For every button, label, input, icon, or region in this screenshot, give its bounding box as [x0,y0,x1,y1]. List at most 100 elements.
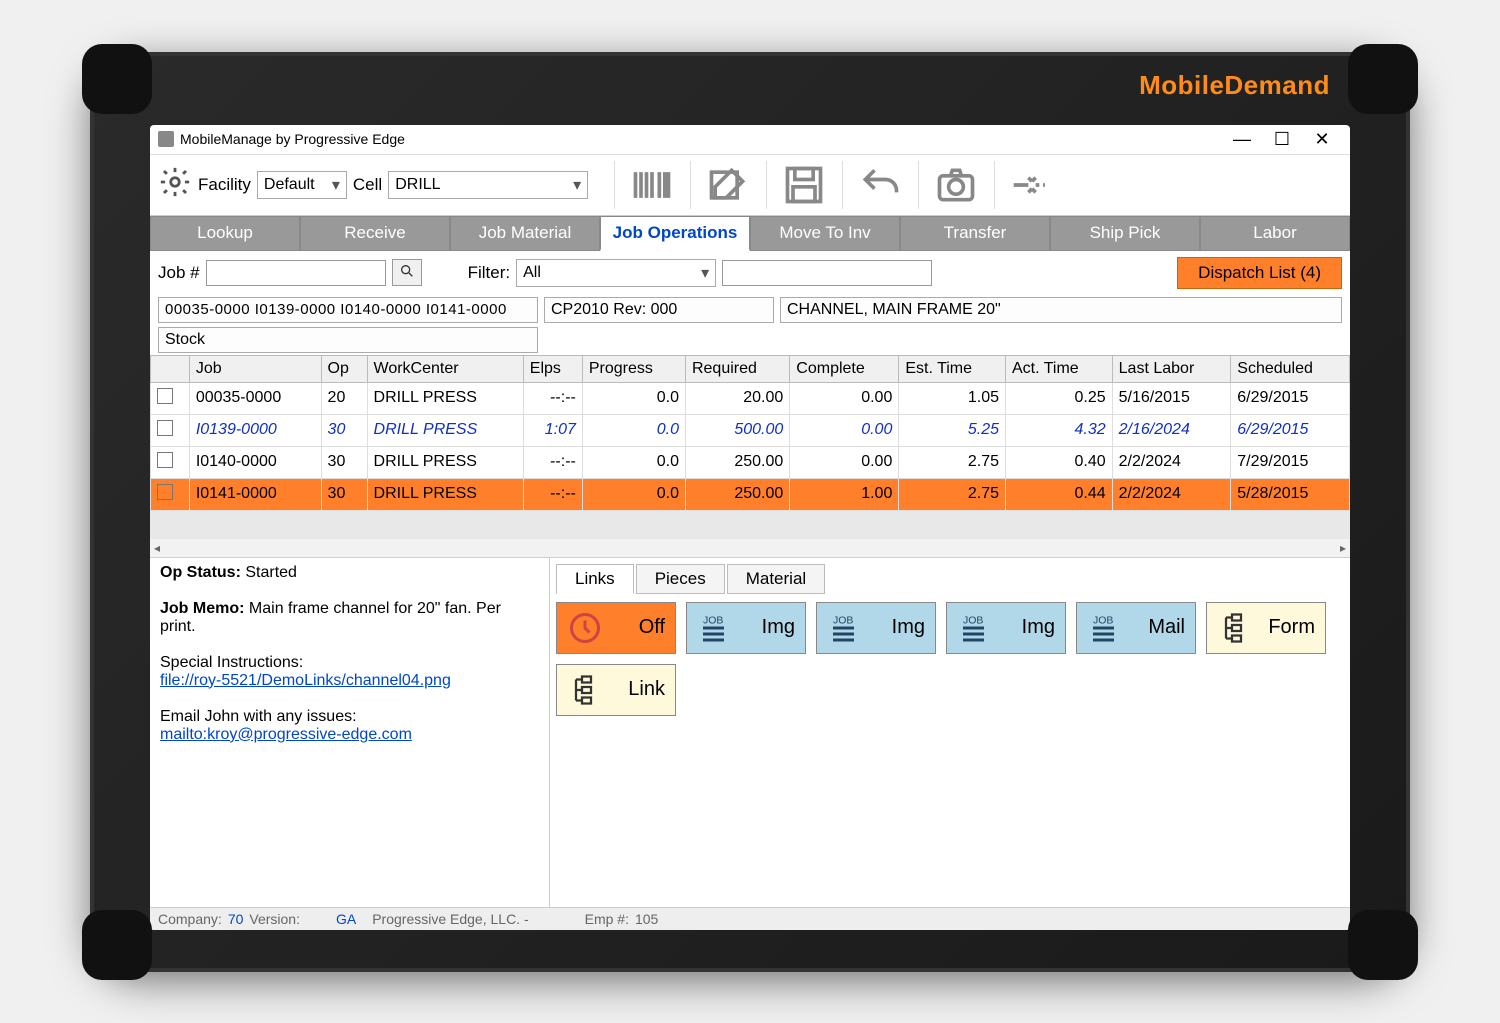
tab-move-to-inv[interactable]: Move To Inv [750,216,900,251]
minimize-button[interactable]: — [1222,129,1262,150]
subtab-pieces[interactable]: Pieces [636,564,725,594]
link-button-link[interactable]: Link [556,664,676,716]
row-checkbox[interactable] [157,420,173,436]
window-title: MobileManage by Progressive Edge [180,131,1222,147]
undo-button[interactable] [842,161,906,209]
tab-lookup[interactable]: Lookup [150,216,300,251]
job-icon: JOB [827,610,863,646]
op-status: Started [245,564,297,581]
barcode-button[interactable] [614,161,678,209]
edit-button[interactable] [690,161,754,209]
app-icon [158,131,174,147]
links-panel: LinksPiecesMaterial OffJOBImgJOBImgJOBIm… [550,558,1350,907]
job-number-label: Job # [158,263,200,283]
subtab-material[interactable]: Material [727,564,825,594]
svg-text:JOB: JOB [703,614,723,626]
row-checkbox[interactable] [157,484,173,500]
link-buttons: OffJOBImgJOBImgJOBImgJOBMailFormLink [556,602,1344,716]
company-value: 70 [228,911,244,927]
device-brand: MobileDemand [1139,70,1330,101]
bottom-panel: Op Status: Started Job Memo: Main frame … [150,557,1350,907]
horizontal-scrollbar[interactable]: ◂▸ [150,539,1350,557]
link-button-img[interactable]: JOBImg [816,602,936,654]
col-header[interactable]: Act. Time [1006,355,1113,382]
tab-labor[interactable]: Labor [1200,216,1350,251]
search-icon [399,263,415,279]
special-label: Special Instructions: [160,654,539,672]
maximize-button[interactable]: ☐ [1262,129,1302,150]
subtab-links[interactable]: Links [556,564,634,594]
special-link[interactable]: file://roy-5521/DemoLinks/channel04.png [160,672,451,689]
tab-transfer[interactable]: Transfer [900,216,1050,251]
link-button-off[interactable]: Off [556,602,676,654]
status-bar: Company: 70 Version: GA Progressive Edge… [150,907,1350,930]
stock-box: Stock [158,327,538,353]
toolbar: Facility Default Cell DRILL [150,155,1350,216]
link-button-mail[interactable]: JOBMail [1076,602,1196,654]
job-number-input[interactable] [206,260,386,286]
emp-value: 105 [635,911,658,927]
col-header[interactable]: Progress [582,355,685,382]
pencil-icon [706,163,750,207]
cell-label: Cell [353,175,382,195]
gear-icon [158,165,192,199]
search-button[interactable] [392,259,422,286]
laser-button[interactable] [994,161,1058,209]
facility-label: Facility [198,175,251,195]
table-row[interactable]: I0141-000030DRILL PRESS--:--0.0250.001.0… [151,478,1350,510]
col-header[interactable]: Required [685,355,789,382]
row-checkbox[interactable] [157,452,173,468]
col-header[interactable]: Last Labor [1112,355,1231,382]
col-header[interactable]: Op [321,355,367,382]
barcode-icon [630,163,674,207]
facility-select[interactable]: Default [257,171,347,199]
tab-receive[interactable]: Receive [300,216,450,251]
job-ids-box: 00035-0000 I0139-0000 I0140-0000 I0141-0… [158,297,538,323]
screen: MobileManage by Progressive Edge — ☐ ✕ F… [150,125,1350,930]
col-header[interactable]: Job [189,355,321,382]
row-checkbox[interactable] [157,388,173,404]
link-button-img[interactable]: JOBImg [686,602,806,654]
svg-text:JOB: JOB [833,614,853,626]
table-row[interactable]: I0139-000030DRILL PRESS1:070.0500.000.00… [151,414,1350,446]
part-box: CP2010 Rev: 000 [544,297,774,323]
col-header[interactable] [151,355,190,382]
svg-text:JOB: JOB [963,614,983,626]
settings-button[interactable] [158,165,192,204]
filter-label: Filter: [468,263,511,283]
cell-select[interactable]: DRILL [388,171,588,199]
filter-select[interactable]: All [516,259,716,287]
table-row[interactable]: 00035-000020DRILL PRESS--:--0.020.000.00… [151,382,1350,414]
table-header: JobOpWorkCenterElpsProgressRequiredCompl… [151,355,1350,382]
camera-icon [934,163,978,207]
close-button[interactable]: ✕ [1302,129,1342,150]
link-button-img[interactable]: JOBImg [946,602,1066,654]
flow-icon [1217,610,1253,646]
job-icon: JOB [957,610,993,646]
description-box: CHANNEL, MAIN FRAME 20" [780,297,1342,323]
details-panel: Op Status: Started Job Memo: Main frame … [150,558,550,907]
tab-job-operations[interactable]: Job Operations [600,216,750,251]
tab-job-material[interactable]: Job Material [450,216,600,251]
flow-icon [567,672,603,708]
memo-label: Job Memo: [160,600,244,617]
col-header[interactable]: Scheduled [1231,355,1350,382]
job-icon: JOB [697,610,733,646]
job-icon: JOB [1087,610,1123,646]
col-header[interactable]: Est. Time [899,355,1006,382]
email-link[interactable]: mailto:kroy@progressive-edge.com [160,726,412,743]
table-row[interactable]: I0140-000030DRILL PRESS--:--0.0250.000.0… [151,446,1350,478]
save-button[interactable] [766,161,830,209]
company-label: Company: [158,911,222,927]
col-header[interactable]: Elps [523,355,582,382]
col-header[interactable]: WorkCenter [367,355,523,382]
filter-search-input[interactable] [722,260,932,286]
link-button-form[interactable]: Form [1206,602,1326,654]
email-text: Email John with any issues: [160,708,357,725]
col-header[interactable]: Complete [790,355,899,382]
tab-ship-pick[interactable]: Ship Pick [1050,216,1200,251]
tablet-frame: MobileDemand MobileManage by Progressive… [90,52,1410,972]
laser-icon [1010,163,1054,207]
dispatch-list-button[interactable]: Dispatch List (4) [1177,257,1342,289]
camera-button[interactable] [918,161,982,209]
